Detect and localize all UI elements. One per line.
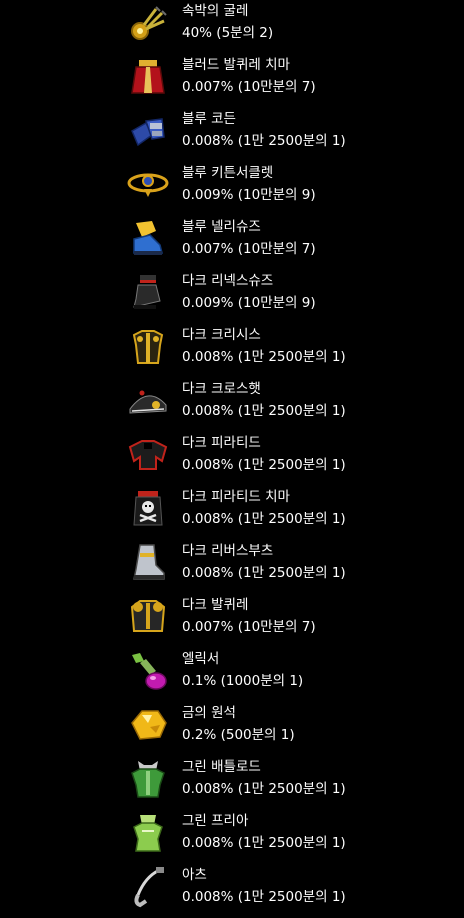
item-drop-rate: 0.2% (500분의 1) <box>182 727 295 743</box>
dark-boots-icon <box>126 541 170 585</box>
item-name: 다크 발퀴레 <box>182 597 249 613</box>
dark-armor-icon <box>126 325 170 369</box>
circlet-icon <box>126 163 170 207</box>
list-item: 다크 피라티드 0.008% (1만 2500분의 1) <box>0 432 464 486</box>
list-item: 블루 키튼서클렛 0.009% (10만분의 9) <box>0 162 464 216</box>
blue-shoes-icon <box>126 217 170 261</box>
item-name: 엘릭서 <box>182 651 220 667</box>
item-name: 금의 원석 <box>182 705 236 721</box>
item-drop-rate: 0.008% (1만 2500분의 1) <box>182 511 346 527</box>
item-drop-rate: 40% (5분의 2) <box>182 25 274 41</box>
elixir-potion-icon <box>126 649 170 693</box>
item-drop-rate: 0.007% (10만분의 7) <box>182 79 316 95</box>
list-item: 아츠 0.008% (1만 2500분의 1) <box>0 864 464 918</box>
item-drop-rate: 0.009% (10만분의 9) <box>182 187 316 203</box>
dark-shoes-icon <box>126 271 170 315</box>
item-name: 다크 리버스부츠 <box>182 543 274 559</box>
item-drop-list: 속박의 굴레 40% (5분의 2) 블러드 발퀴레 치마 0.007% (10… <box>0 0 464 914</box>
item-drop-rate: 0.008% (1만 2500분의 1) <box>182 889 346 905</box>
list-item: 블루 코든 0.008% (1만 2500분의 1) <box>0 108 464 162</box>
item-drop-rate: 0.008% (1만 2500분의 1) <box>182 403 346 419</box>
dark-hat-icon <box>126 379 170 423</box>
dark-valkyrie-icon <box>126 595 170 639</box>
list-item: 그린 프리아 0.008% (1만 2500분의 1) <box>0 810 464 864</box>
item-drop-rate: 0.008% (1만 2500분의 1) <box>182 457 346 473</box>
item-name: 다크 크리시스 <box>182 327 261 343</box>
green-dress-icon <box>126 811 170 855</box>
item-name: 다크 피라티드 <box>182 435 261 451</box>
item-drop-rate: 0.007% (10만분의 7) <box>182 619 316 635</box>
list-item: 다크 리버스부츠 0.008% (1만 2500분의 1) <box>0 540 464 594</box>
item-name: 그린 프리아 <box>182 813 249 829</box>
item-name: 속박의 굴레 <box>182 3 249 19</box>
list-item: 금의 원석 0.2% (500분의 1) <box>0 702 464 756</box>
item-drop-rate: 0.009% (10만분의 9) <box>182 295 316 311</box>
item-drop-rate: 0.007% (10만분의 7) <box>182 241 316 257</box>
item-name: 그린 배틀로드 <box>182 759 261 775</box>
list-item: 블루 넬리슈즈 0.007% (10만분의 7) <box>0 216 464 270</box>
list-item: 엘릭서 0.1% (1000분의 1) <box>0 648 464 702</box>
item-name: 다크 피라티드 치마 <box>182 489 290 505</box>
item-name: 블러드 발퀴레 치마 <box>182 57 290 73</box>
item-name: 블루 코든 <box>182 111 236 127</box>
list-item: 다크 크리시스 0.008% (1만 2500분의 1) <box>0 324 464 378</box>
item-drop-rate: 0.008% (1만 2500분의 1) <box>182 565 346 581</box>
dark-top-icon <box>126 433 170 477</box>
item-name: 아츠 <box>182 867 207 883</box>
item-drop-rate: 0.1% (1000분의 1) <box>182 673 304 689</box>
arts-weapon-icon <box>126 865 170 909</box>
blue-gauntlet-icon <box>126 109 170 153</box>
item-name: 다크 크로스햇 <box>182 381 261 397</box>
item-drop-rate: 0.008% (1만 2500분의 1) <box>182 835 346 851</box>
item-name: 블루 넬리슈즈 <box>182 219 261 235</box>
gold-ore-icon <box>126 703 170 747</box>
skull-skirt-icon <box>126 487 170 531</box>
item-drop-rate: 0.008% (1만 2500분의 1) <box>182 781 346 797</box>
item-drop-rate: 0.008% (1만 2500분의 1) <box>182 349 346 365</box>
list-item: 그린 배틀로드 0.008% (1만 2500분의 1) <box>0 756 464 810</box>
green-battle-armor-icon <box>126 757 170 801</box>
item-name: 블루 키튼서클렛 <box>182 165 274 181</box>
list-item: 다크 리넥스슈즈 0.009% (10만분의 9) <box>0 270 464 324</box>
list-item: 속박의 굴레 40% (5분의 2) <box>0 0 464 54</box>
red-skirt-icon <box>126 55 170 99</box>
list-item: 다크 발퀴레 0.007% (10만분의 7) <box>0 594 464 648</box>
list-item: 블러드 발퀴레 치마 0.007% (10만분의 7) <box>0 54 464 108</box>
shackle-icon <box>126 1 170 45</box>
list-item: 다크 피라티드 치마 0.008% (1만 2500분의 1) <box>0 486 464 540</box>
item-name: 다크 리넥스슈즈 <box>182 273 274 289</box>
item-drop-rate: 0.008% (1만 2500분의 1) <box>182 133 346 149</box>
list-item: 다크 크로스햇 0.008% (1만 2500분의 1) <box>0 378 464 432</box>
